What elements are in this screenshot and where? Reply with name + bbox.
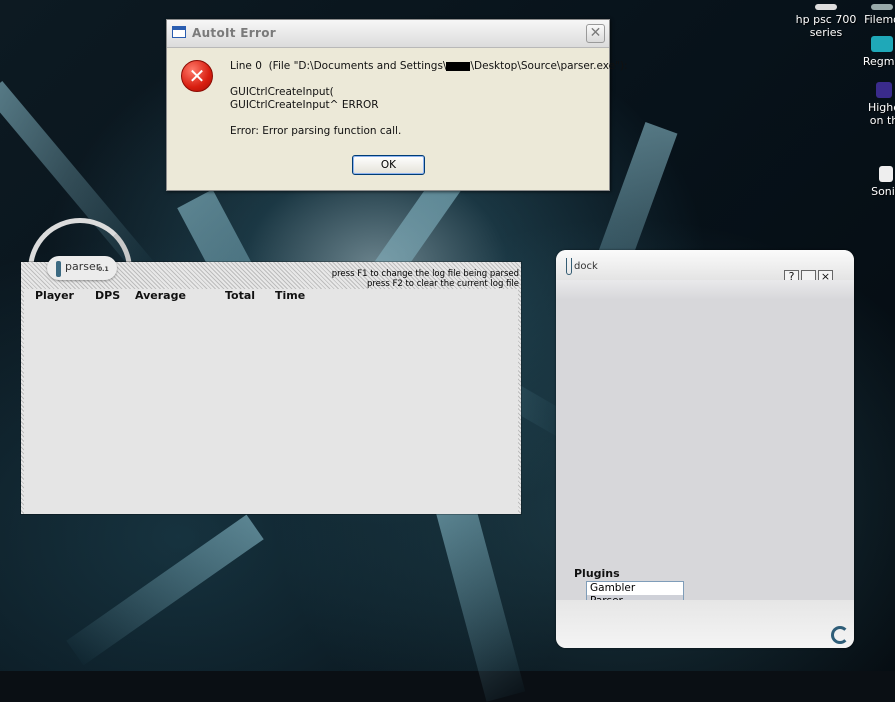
parser-hint-f1: press F1 to change the log file being pa… xyxy=(331,269,519,279)
parser-hint-f2: press F2 to clear the current log file xyxy=(366,279,519,289)
desktop-icon-sonic[interactable]: Sonic xyxy=(868,166,895,198)
parser-border-left xyxy=(21,289,24,514)
error-file-line: Line 0 (File "D:\Documents and Settings\… xyxy=(230,60,628,72)
dock-footer xyxy=(556,600,854,648)
plugin-item-gambler[interactable]: Gambler xyxy=(587,582,683,595)
autoit-error-dialog: AutoIt Error ✕ ✕ Line 0 (File "D:\Docume… xyxy=(166,19,628,191)
dock-window: dock ? _ × Plugins Gambler Parser xyxy=(556,250,854,648)
printer-icon xyxy=(815,4,837,10)
parser-name: parser xyxy=(65,260,101,273)
parser-logo-tab: parser 0.1 xyxy=(47,256,117,280)
redacted-username xyxy=(446,61,471,71)
error-icon: ✕ xyxy=(181,60,213,92)
shortcut-icon xyxy=(879,166,893,182)
parser-border-right xyxy=(518,289,521,514)
column-header-dps[interactable]: DPS xyxy=(95,289,120,302)
dock-subheader xyxy=(556,280,854,300)
error-message: Error: Error parsing function call. xyxy=(230,125,402,137)
error-file-prefix: Line 0 (File "D:\Documents and Settings\ xyxy=(230,60,447,72)
desktop-icon-label: Regmo xyxy=(862,55,895,68)
plugins-label: Plugins xyxy=(574,567,620,580)
window-icon xyxy=(172,26,186,38)
shortcut-icon xyxy=(876,82,892,98)
dialog-close-button[interactable]: ✕ xyxy=(586,24,605,43)
desktop-icon-label: Filemo xyxy=(864,13,895,26)
parser-logo-icon xyxy=(56,261,61,277)
dialog-titlebar[interactable]: AutoIt Error ✕ xyxy=(167,20,609,48)
wallpaper-shard xyxy=(434,498,526,702)
parser-window: parser 0.1 press F1 to change the log fi… xyxy=(21,256,521,514)
ok-button[interactable]: OK xyxy=(352,155,425,175)
dock-logo-icon xyxy=(566,258,572,275)
column-header-average[interactable]: Average xyxy=(135,289,186,302)
error-code-line-1: GUICtrlCreateInput( xyxy=(230,86,334,98)
parser-version: 0.1 xyxy=(98,266,109,273)
dock-spinner-icon xyxy=(831,626,849,644)
dock-title: dock xyxy=(574,261,598,272)
desktop-icon-label: hp psc 700 series xyxy=(795,13,857,39)
desktop-icon-label: Sonic xyxy=(871,185,895,198)
desktop-icon-filemo[interactable]: Filemo xyxy=(862,0,895,26)
dock-header[interactable]: dock ? _ × xyxy=(556,250,854,284)
column-header-player[interactable]: Player xyxy=(35,289,74,302)
dialog-title: AutoIt Error xyxy=(192,26,276,40)
wallpaper-shard xyxy=(66,514,264,666)
desktop-icon-highe[interactable]: Highe on th xyxy=(864,82,895,127)
desktop-icon-regmo[interactable]: Regmo xyxy=(862,36,895,68)
error-code-line-2: GUICtrlCreateInput^ ERROR xyxy=(230,99,379,111)
column-header-time[interactable]: Time xyxy=(275,289,305,302)
desktop-icon-hp-psc[interactable]: hp psc 700 series xyxy=(795,0,857,39)
column-header-total[interactable]: Total xyxy=(225,289,255,302)
registry-icon xyxy=(871,36,893,52)
desktop-icon-label: Highe on th xyxy=(867,101,895,127)
error-file-suffix: \Desktop\Source\parser.exe"): xyxy=(470,60,628,72)
filemo-icon xyxy=(871,4,893,10)
